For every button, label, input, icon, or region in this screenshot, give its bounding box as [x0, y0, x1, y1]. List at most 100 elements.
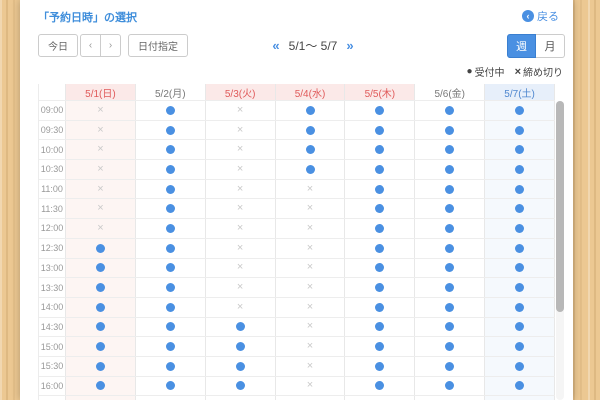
slot-cell[interactable]: [415, 219, 485, 238]
closed-slot-mark: ×: [307, 184, 313, 195]
slot-cell[interactable]: [66, 377, 136, 396]
slot-cell[interactable]: [345, 298, 415, 317]
slot-cell[interactable]: [485, 377, 555, 396]
slot-cell[interactable]: [345, 357, 415, 376]
slot-cell[interactable]: [415, 298, 485, 317]
open-slot-dot: [375, 204, 384, 213]
slot-row: 10:00××: [39, 140, 555, 160]
slot-cell[interactable]: [415, 377, 485, 396]
slot-cell[interactable]: [66, 278, 136, 297]
slot-cell[interactable]: [136, 101, 206, 120]
slot-cell[interactable]: [485, 259, 555, 278]
slot-cell[interactable]: [485, 337, 555, 356]
slot-cell[interactable]: [276, 121, 346, 140]
open-slot-dot: [445, 185, 454, 194]
slot-cell[interactable]: [415, 278, 485, 297]
today-button[interactable]: 今日: [38, 34, 78, 57]
slot-cell[interactable]: [276, 160, 346, 179]
slot-cell[interactable]: [415, 259, 485, 278]
slot-cell[interactable]: [345, 160, 415, 179]
slot-cell[interactable]: [136, 377, 206, 396]
slot-cell[interactable]: [415, 199, 485, 218]
slot-cell[interactable]: [345, 278, 415, 297]
slot-cell[interactable]: [345, 140, 415, 159]
prev-day-button[interactable]: ‹: [80, 34, 101, 57]
slot-cell[interactable]: [66, 337, 136, 356]
open-slot-dot: [236, 362, 245, 371]
slot-cell[interactable]: [66, 239, 136, 258]
slot-cell[interactable]: [415, 140, 485, 159]
slot-cell[interactable]: [136, 219, 206, 238]
slot-cell[interactable]: [206, 377, 276, 396]
slot-cell[interactable]: [485, 140, 555, 159]
slot-cell[interactable]: [415, 318, 485, 337]
slot-cell[interactable]: [206, 357, 276, 376]
slot-cell[interactable]: [136, 239, 206, 258]
slot-cell[interactable]: [136, 259, 206, 278]
back-link[interactable]: ‹ 戻る: [522, 8, 559, 24]
slot-cell[interactable]: [136, 199, 206, 218]
slot-cell[interactable]: [485, 357, 555, 376]
slot-cell[interactable]: [345, 239, 415, 258]
slot-cell[interactable]: [136, 278, 206, 297]
open-slot-dot: [375, 381, 384, 390]
closed-slot-mark: ×: [237, 105, 243, 116]
slot-cell[interactable]: [415, 180, 485, 199]
slot-cell[interactable]: [345, 259, 415, 278]
slot-cell[interactable]: [415, 357, 485, 376]
range-prev-icon[interactable]: «: [272, 38, 279, 53]
week-view-button[interactable]: 週: [507, 34, 536, 58]
slot-cell[interactable]: [206, 318, 276, 337]
slot-cell[interactable]: [276, 140, 346, 159]
slot-cell[interactable]: [415, 160, 485, 179]
slot-cell[interactable]: [276, 101, 346, 120]
open-slot-dot: [306, 106, 315, 115]
slot-cell[interactable]: [345, 377, 415, 396]
slot-cell[interactable]: [485, 101, 555, 120]
slot-cell[interactable]: [136, 298, 206, 317]
slot-cell[interactable]: [345, 121, 415, 140]
slot-cell[interactable]: [136, 337, 206, 356]
slot-cell[interactable]: [345, 337, 415, 356]
slot-cell[interactable]: [136, 180, 206, 199]
slot-cell[interactable]: [66, 259, 136, 278]
slot-cell[interactable]: [485, 160, 555, 179]
slot-cell[interactable]: [206, 337, 276, 356]
open-slot-dot: [166, 185, 175, 194]
slot-cell[interactable]: [66, 298, 136, 317]
slot-cell[interactable]: [485, 180, 555, 199]
slot-cell[interactable]: [485, 121, 555, 140]
slot-cell[interactable]: [415, 101, 485, 120]
slot-cell[interactable]: [66, 318, 136, 337]
slot-cell[interactable]: [485, 298, 555, 317]
slot-cell[interactable]: [415, 337, 485, 356]
slot-cell[interactable]: [136, 318, 206, 337]
slot-cell[interactable]: [66, 357, 136, 376]
slot-cell[interactable]: [415, 121, 485, 140]
slot-cell[interactable]: [345, 219, 415, 238]
slot-cell[interactable]: [485, 318, 555, 337]
slot-cell[interactable]: [345, 101, 415, 120]
next-day-button[interactable]: ›: [100, 34, 121, 57]
slot-cell[interactable]: [345, 180, 415, 199]
closed-slot-mark: ×: [307, 321, 313, 332]
scrollbar-thumb[interactable]: [556, 101, 564, 312]
month-view-button[interactable]: 月: [536, 34, 565, 58]
range-next-icon[interactable]: »: [346, 38, 353, 53]
date-pick-button[interactable]: 日付指定: [128, 34, 188, 57]
slot-cell[interactable]: [136, 160, 206, 179]
closed-slot-mark: ×: [237, 164, 243, 175]
open-slot-dot: [445, 204, 454, 213]
open-slot-dot: [96, 381, 105, 390]
slot-cell[interactable]: [345, 199, 415, 218]
slot-cell[interactable]: [136, 140, 206, 159]
slot-cell[interactable]: [485, 219, 555, 238]
slot-cell[interactable]: [345, 318, 415, 337]
slot-cell[interactable]: [136, 357, 206, 376]
slot-cell[interactable]: [485, 199, 555, 218]
closed-slot-mark: ×: [97, 144, 103, 155]
slot-cell[interactable]: [485, 278, 555, 297]
slot-cell[interactable]: [415, 239, 485, 258]
slot-cell[interactable]: [485, 239, 555, 258]
slot-cell[interactable]: [136, 121, 206, 140]
